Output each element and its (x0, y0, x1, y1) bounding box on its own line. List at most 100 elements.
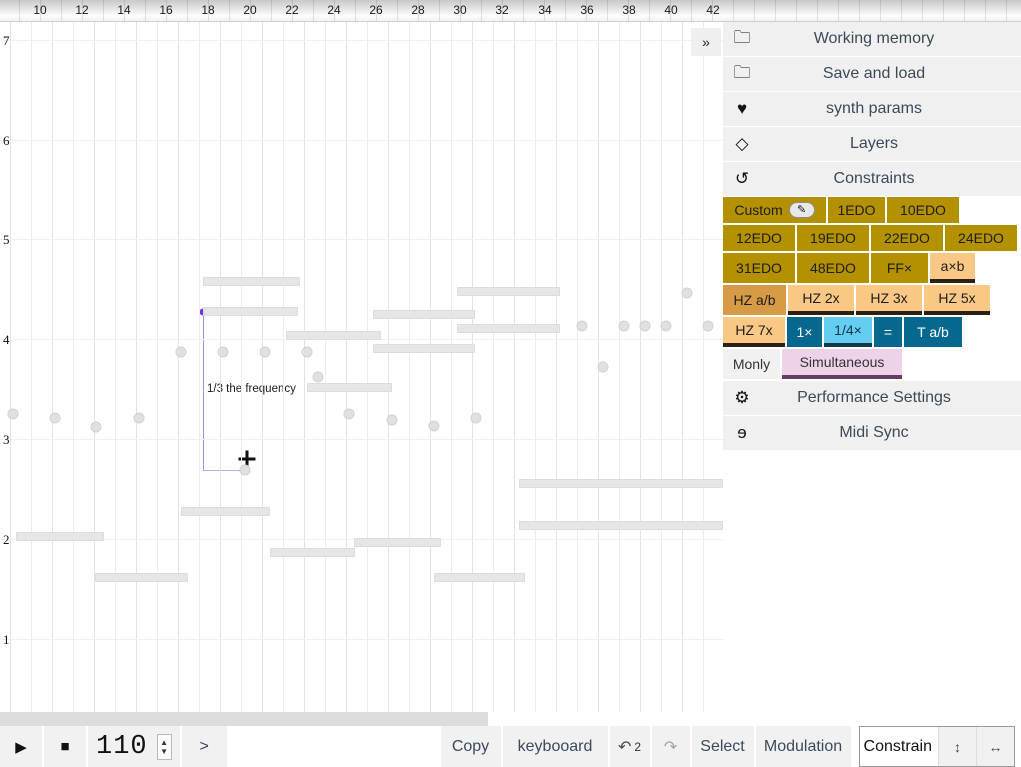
note-bar[interactable] (373, 310, 475, 319)
horizontal-scrollbar-track[interactable] (0, 712, 723, 726)
piano-roll-canvas[interactable]: 1/3 the frequency 7654321 (0, 22, 723, 712)
ruler-tick (922, 0, 923, 21)
note-dot[interactable] (312, 371, 324, 383)
note-dot[interactable] (386, 414, 398, 426)
constraint-button-monly[interactable]: Monly (723, 349, 780, 379)
tempo-stepper[interactable]: ▲ ▼ (156, 733, 172, 760)
constraint-button-24edo[interactable]: 24EDO (945, 225, 1017, 251)
note-dot[interactable] (343, 408, 355, 420)
panel-row-working-memory[interactable]: 🗀 Working memory (723, 22, 1021, 57)
note-dot[interactable] (259, 346, 271, 358)
next-button[interactable]: > (181, 726, 227, 767)
note-bar[interactable] (373, 344, 475, 353)
note-dot[interactable] (597, 361, 609, 373)
note-bar[interactable] (16, 532, 104, 541)
constraint-button-a-b[interactable]: a×b (930, 253, 975, 283)
grid-line-octave (0, 439, 723, 440)
constraint-button-22edo[interactable]: 22EDO (871, 225, 943, 251)
note-dot[interactable] (702, 320, 714, 332)
ruler-tick (397, 0, 398, 21)
note-dot[interactable] (175, 346, 187, 358)
horizontal-scrollbar-thumb[interactable] (0, 712, 488, 726)
panel-label: synth params (825, 100, 923, 117)
timeline-ruler[interactable]: 10 12 14 16 18 20 22 24 26 28 30 32 34 36 38 40 42 (0, 0, 1021, 22)
constraint-button-hz-a-b[interactable]: HZ a/b (723, 285, 786, 315)
constraint-button-hz-7x[interactable]: HZ 7x (723, 317, 785, 347)
note-bar[interactable] (519, 479, 723, 488)
note-bar[interactable] (519, 521, 723, 530)
constraint-button-hz-5x[interactable]: HZ 5x (924, 285, 990, 315)
grid-line-vertical (556, 22, 557, 712)
constraint-button-[interactable]: = (874, 317, 902, 347)
constraint-button-19edo[interactable]: 19EDO (797, 225, 869, 251)
note-dot[interactable] (133, 412, 145, 424)
note-dot[interactable] (660, 320, 672, 332)
note-bar[interactable] (203, 277, 300, 286)
note-dot[interactable] (576, 320, 588, 332)
select-button[interactable]: Select (691, 726, 754, 767)
note-bar[interactable] (203, 307, 298, 316)
stop-button[interactable]: ■ (44, 726, 86, 767)
panel-row-synth-params[interactable]: ♥ synth params (723, 92, 1021, 127)
undo-button[interactable]: ↶ 2 (609, 726, 650, 767)
note-bar[interactable] (181, 507, 270, 516)
panel-row-layers[interactable]: ◇ Layers (723, 127, 1021, 162)
constraint-button-ff[interactable]: FF× (871, 253, 928, 283)
constrain-horizontal-button[interactable]: ↔ (976, 727, 1014, 766)
constraint-button-label: HZ a/b (733, 292, 776, 308)
tempo-control[interactable]: 110 ▲ ▼ (88, 726, 180, 767)
note-dot[interactable] (239, 464, 251, 476)
note-dot[interactable] (681, 287, 693, 299)
note-dot[interactable] (7, 408, 19, 420)
constraint-button-1[interactable]: 1× (787, 317, 822, 347)
collapse-sidebar-button[interactable]: » (691, 28, 721, 56)
play-button[interactable]: ▶ (0, 726, 42, 767)
note-bar[interactable] (95, 573, 188, 582)
constraint-button-31edo[interactable]: 31EDO (723, 253, 795, 283)
constraint-button-t-a-b[interactable]: T a/b (904, 317, 962, 347)
note-bar[interactable] (354, 538, 441, 547)
constraint-button-hz-3x[interactable]: HZ 3x (856, 285, 922, 315)
tempo-decrease-arrow[interactable]: ▼ (160, 747, 168, 756)
constraint-button-hz-2x[interactable]: HZ 2x (788, 285, 854, 315)
note-dot[interactable] (639, 320, 651, 332)
note-bar[interactable] (457, 287, 560, 296)
note-dot[interactable] (49, 412, 61, 424)
note-dot[interactable] (301, 346, 313, 358)
constraint-button-10edo[interactable]: 10EDO (887, 197, 959, 223)
panel-label: Save and load (822, 65, 926, 82)
note-bar[interactable] (270, 548, 355, 557)
grid-line-vertical (703, 22, 704, 712)
redo-button[interactable]: ↷ (651, 726, 690, 767)
constraint-button-48edo[interactable]: 48EDO (797, 253, 869, 283)
constrain-vertical-button[interactable]: ↕ (938, 727, 976, 766)
octave-label: 4 (3, 332, 10, 347)
note-dot[interactable] (428, 420, 440, 432)
grid-line-octave (0, 40, 723, 41)
copy-button[interactable]: Copy (440, 726, 501, 767)
constraint-button-simultaneous[interactable]: Simultaneous (782, 349, 902, 379)
modulation-button[interactable]: Modulation (755, 726, 851, 767)
note-dot[interactable] (470, 412, 482, 424)
constraint-button-12edo[interactable]: 12EDO (723, 225, 795, 251)
note-dot[interactable] (618, 320, 630, 332)
constraint-button-custom[interactable]: Custom ✎ (723, 197, 826, 223)
pencil-icon[interactable]: ✎ (788, 202, 815, 218)
constraint-button-1-4[interactable]: 1/4× (824, 317, 872, 347)
keyboard-button[interactable]: keybooard (502, 726, 608, 767)
note-dot[interactable] (217, 346, 229, 358)
note-bar[interactable] (434, 573, 525, 582)
note-bar[interactable] (286, 331, 381, 340)
panel-row-save-and-load[interactable]: 🗀 Save and load (723, 57, 1021, 92)
note-dot[interactable] (90, 421, 102, 433)
grid-line-vertical (577, 22, 578, 712)
panel-row-performance-settings[interactable]: ⚙ Performance Settings (723, 381, 1021, 416)
constraint-button-1edo[interactable]: 1EDO (828, 197, 885, 223)
panel-row-midi-sync[interactable]: ɘ Midi Sync (723, 416, 1021, 451)
tempo-increase-arrow[interactable]: ▲ (160, 738, 168, 747)
grid-line-vertical (73, 22, 74, 712)
note-bar[interactable] (307, 383, 392, 392)
panel-row-constraints[interactable]: ↺ Constraints (723, 162, 1021, 197)
constraint-button-label: 1× (796, 324, 813, 340)
note-bar[interactable] (457, 324, 560, 333)
